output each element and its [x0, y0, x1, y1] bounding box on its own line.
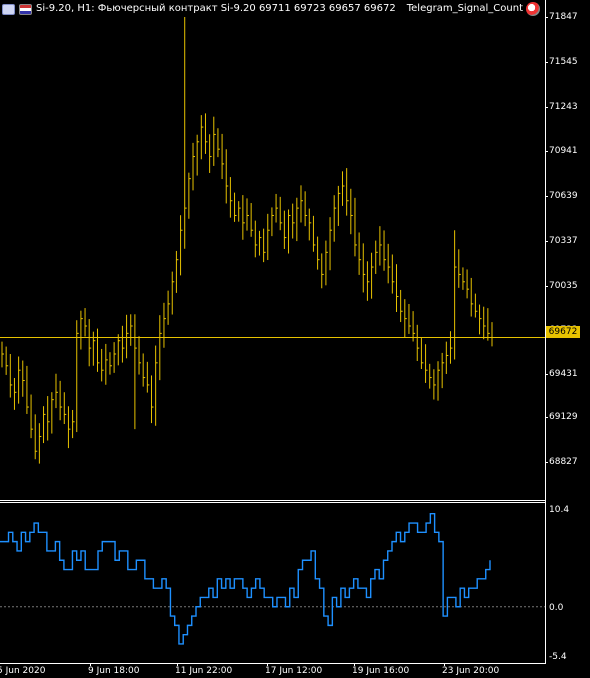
- price-label: 70035: [549, 281, 578, 291]
- indicator-series-line: [0, 513, 491, 645]
- chart-header: Si-9.20, H1: Фьючерсный контракт Si-9.20…: [2, 2, 396, 16]
- table-icon[interactable]: [2, 3, 15, 15]
- price-label: 71243: [549, 102, 578, 112]
- current-price-tag: 69672: [546, 326, 580, 338]
- price-tick: [545, 62, 548, 63]
- indicator-name: Telegram_Signal_Count: [406, 3, 523, 14]
- indicator-label: -5.4: [549, 652, 567, 662]
- price-tick: [545, 151, 548, 152]
- symbol-info: Si-9.20, H1: Фьючерсный контракт Si-9.20…: [36, 3, 396, 14]
- price-tick: [545, 374, 548, 375]
- time-label: 9 Jun 18:00: [88, 666, 140, 676]
- price-label: 69431: [549, 369, 578, 379]
- price-label: 70941: [549, 146, 578, 156]
- price-tick: [545, 417, 548, 418]
- time-label: 19 Jun 16:00: [352, 666, 410, 676]
- price-label: 70337: [549, 236, 578, 246]
- chart-canvas: [0, 17, 545, 645]
- price-tick: [545, 196, 548, 197]
- robot-icon[interactable]: [526, 2, 540, 16]
- price-label: 68827: [549, 457, 578, 467]
- price-tick: [545, 462, 548, 463]
- time-label: 5 Jun 2020: [0, 666, 46, 676]
- price-label: 71545: [549, 57, 578, 67]
- price-label: 71847: [549, 12, 578, 22]
- price-tick: [545, 241, 548, 242]
- price-tick: [545, 17, 548, 18]
- indicator-title: Telegram_Signal_Count: [407, 2, 540, 16]
- indicator-label: 0.0: [549, 603, 564, 613]
- time-label: 23 Jun 20:00: [442, 666, 500, 676]
- price-tick: [545, 107, 548, 108]
- indicator-label: 10.4: [549, 505, 570, 515]
- price-tick: [545, 286, 548, 287]
- price-label: 70639: [549, 191, 578, 201]
- flag-icon[interactable]: [19, 3, 32, 15]
- price-label: 69129: [549, 412, 578, 422]
- time-label: 11 Jun 22:00: [175, 666, 233, 676]
- time-label: 17 Jun 12:00: [265, 666, 323, 676]
